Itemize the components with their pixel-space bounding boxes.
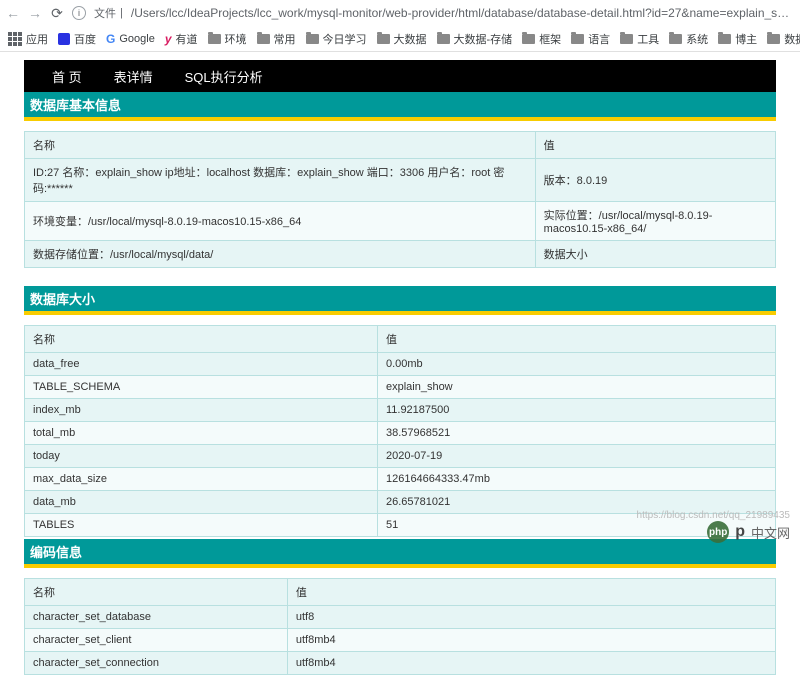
table-row: today2020-07-19 [25,445,776,468]
folder-icon [377,34,390,44]
bm-study[interactable]: 今日学习 [306,31,367,47]
folder-icon [522,34,535,44]
th-value: 值 [377,326,775,353]
bm-env[interactable]: 环境 [208,31,247,47]
google-icon: G [106,32,115,46]
forward-button[interactable]: → [28,6,42,20]
encoding-table: 名称值 character_set_databaseutf8 character… [24,578,776,675]
table-row: character_set_databaseutf8 [25,606,776,629]
reload-button[interactable]: ⟳ [50,6,64,20]
folder-icon [208,34,221,44]
bm-baidu[interactable]: 百度 [58,31,96,47]
table-row: data_free0.00mb [25,353,776,376]
bm-framework[interactable]: 框架 [522,31,561,47]
watermark-url: https://blog.csdn.net/qq_21989435 [637,510,790,521]
apps-icon [8,32,22,46]
size-table: 名称值 data_free0.00mb TABLE_SCHEMAexplain_… [24,325,776,537]
folder-icon [767,34,780,44]
address-bar[interactable]: /Users/lcc/IdeaProjects/lcc_work/mysql-m… [131,6,794,20]
page-content: 首 页 表详情 SQL执行分析 数据库基本信息 名称值 ID:27 名称：exp… [0,52,800,675]
nav-sql[interactable]: SQL执行分析 [185,67,263,86]
baidu-icon [58,33,70,45]
folder-icon [718,34,731,44]
table-row: character_set_clientutf8mb4 [25,629,776,652]
folder-icon [437,34,450,44]
bm-bigdata-store[interactable]: 大数据-存储 [437,31,513,47]
table-row: total_mb38.57968521 [25,422,776,445]
watermark: php p 中文网 [707,521,790,543]
section-basic-title: 数据库基本信息 [24,92,776,121]
table-row: index_mb11.92187500 [25,399,776,422]
table-row: ID:27 名称：explain_show ip地址：localhost 数据库… [25,159,776,202]
folder-icon [669,34,682,44]
url-scheme: 文件 | [94,5,123,21]
browser-toolbar: ← → ⟳ i 文件 | /Users/lcc/IdeaProjects/lcc… [0,0,800,26]
folder-icon [257,34,270,44]
section-encoding-title: 编码信息 [24,539,776,568]
site-info-icon[interactable]: i [72,6,86,20]
bm-system[interactable]: 系统 [669,31,708,47]
th-name: 名称 [25,579,288,606]
nav-table[interactable]: 表详情 [114,67,153,86]
th-name: 名称 [25,132,536,159]
watermark-p: p [735,523,745,541]
table-row: character_set_connectionutf8mb4 [25,652,776,675]
basic-table: 名称值 ID:27 名称：explain_show ip地址：localhost… [24,131,776,268]
youdao-icon: y [165,32,172,46]
bm-lang[interactable]: 语言 [571,31,610,47]
apps-button[interactable]: 应用 [8,31,48,47]
bm-youdao[interactable]: y有道 [165,31,198,47]
table-row: 数据存储位置：/usr/local/mysql/data/数据大小 [25,241,776,268]
th-value: 值 [535,132,775,159]
php-logo-icon: php [707,521,729,543]
watermark-text: 中文网 [751,523,790,542]
bm-bigdata[interactable]: 大数据 [377,31,427,47]
bm-blog[interactable]: 博主 [718,31,757,47]
top-nav: 首 页 表详情 SQL执行分析 [24,60,776,92]
folder-icon [571,34,584,44]
table-row: TABLE_SCHEMAexplain_show [25,376,776,399]
bm-tools[interactable]: 工具 [620,31,659,47]
bm-common[interactable]: 常用 [257,31,296,47]
nav-home[interactable]: 首 页 [52,67,82,86]
bm-db[interactable]: 数据库 [767,31,800,47]
th-value: 值 [287,579,775,606]
folder-icon [620,34,633,44]
table-row: max_data_size126164664333.47mb [25,468,776,491]
folder-icon [306,34,319,44]
bm-google[interactable]: GGoogle [106,32,155,46]
back-button[interactable]: ← [6,6,20,20]
table-row: 环境变量：/usr/local/mysql-8.0.19-macos10.15-… [25,202,776,241]
section-size-title: 数据库大小 [24,286,776,315]
bookmarks-bar: 应用 百度 GGoogle y有道 环境 常用 今日学习 大数据 大数据-存储 … [0,26,800,52]
th-name: 名称 [25,326,378,353]
